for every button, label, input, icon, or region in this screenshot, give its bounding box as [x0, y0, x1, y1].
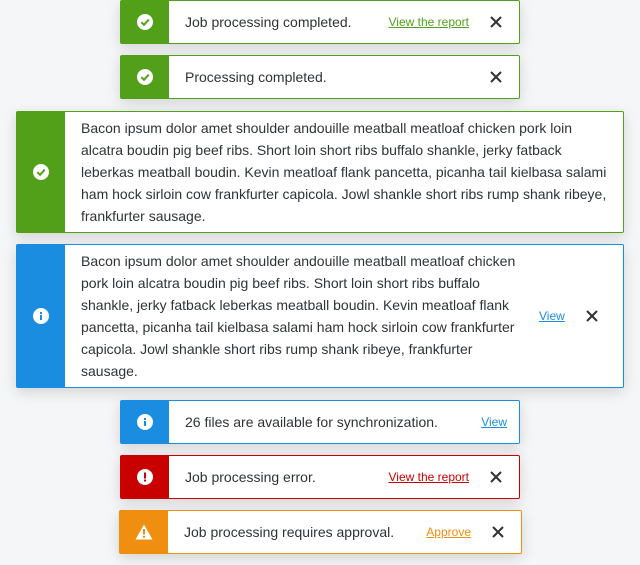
- toast-icon-panel: [121, 456, 169, 498]
- toast-message: Job processing completed.: [185, 14, 352, 30]
- close-button[interactable]: [485, 66, 507, 88]
- toast-error-job: Job processing error. View the report: [120, 455, 520, 499]
- approve-link[interactable]: Approve: [426, 525, 471, 539]
- close-icon: [490, 71, 502, 83]
- close-button[interactable]: [485, 11, 507, 33]
- view-report-link[interactable]: View the report: [389, 470, 470, 484]
- toast-icon-panel: [120, 511, 168, 553]
- close-button[interactable]: [487, 521, 509, 543]
- toast-success-job-completed: Job processing completed. View the repor…: [120, 0, 520, 44]
- toast-info-long: Bacon ipsum dolor amet shoulder andouill…: [16, 244, 624, 388]
- view-link[interactable]: View: [481, 415, 507, 429]
- view-report-link[interactable]: View the report: [389, 15, 470, 29]
- close-icon: [586, 310, 598, 322]
- toast-icon-panel: [121, 1, 169, 43]
- close-button[interactable]: [485, 466, 507, 488]
- exclamation-circle-icon: [137, 469, 153, 485]
- info-circle-icon: [137, 414, 153, 430]
- warning-triangle-icon: [135, 524, 153, 540]
- check-circle-icon: [137, 14, 153, 30]
- toast-warning-approval: Job processing requires approval. Approv…: [119, 510, 522, 554]
- toast-message: Bacon ipsum dolor amet shoulder andouill…: [81, 120, 607, 224]
- view-link[interactable]: View: [539, 309, 565, 323]
- toast-icon-panel: [121, 401, 169, 443]
- close-icon: [492, 526, 504, 538]
- toast-message: Job processing error.: [185, 469, 316, 485]
- toast-message: Bacon ipsum dolor amet shoulder andouill…: [81, 253, 516, 379]
- check-circle-icon: [33, 164, 49, 180]
- toast-icon-panel: [17, 112, 65, 232]
- close-button[interactable]: [581, 305, 603, 327]
- toast-icon-panel: [121, 56, 169, 98]
- close-icon: [490, 16, 502, 28]
- check-circle-icon: [137, 69, 153, 85]
- toast-icon-panel: [17, 245, 65, 387]
- info-circle-icon: [33, 308, 49, 324]
- close-icon: [490, 471, 502, 483]
- toast-message: Job processing requires approval.: [184, 524, 395, 540]
- toast-success-processing-completed: Processing completed.: [120, 55, 520, 99]
- toast-success-long: Bacon ipsum dolor amet shoulder andouill…: [16, 111, 624, 233]
- toast-message: 26 files are available for synchronizati…: [185, 414, 438, 430]
- toast-message: Processing completed.: [185, 69, 327, 85]
- toast-info-sync: 26 files are available for synchronizati…: [120, 400, 520, 444]
